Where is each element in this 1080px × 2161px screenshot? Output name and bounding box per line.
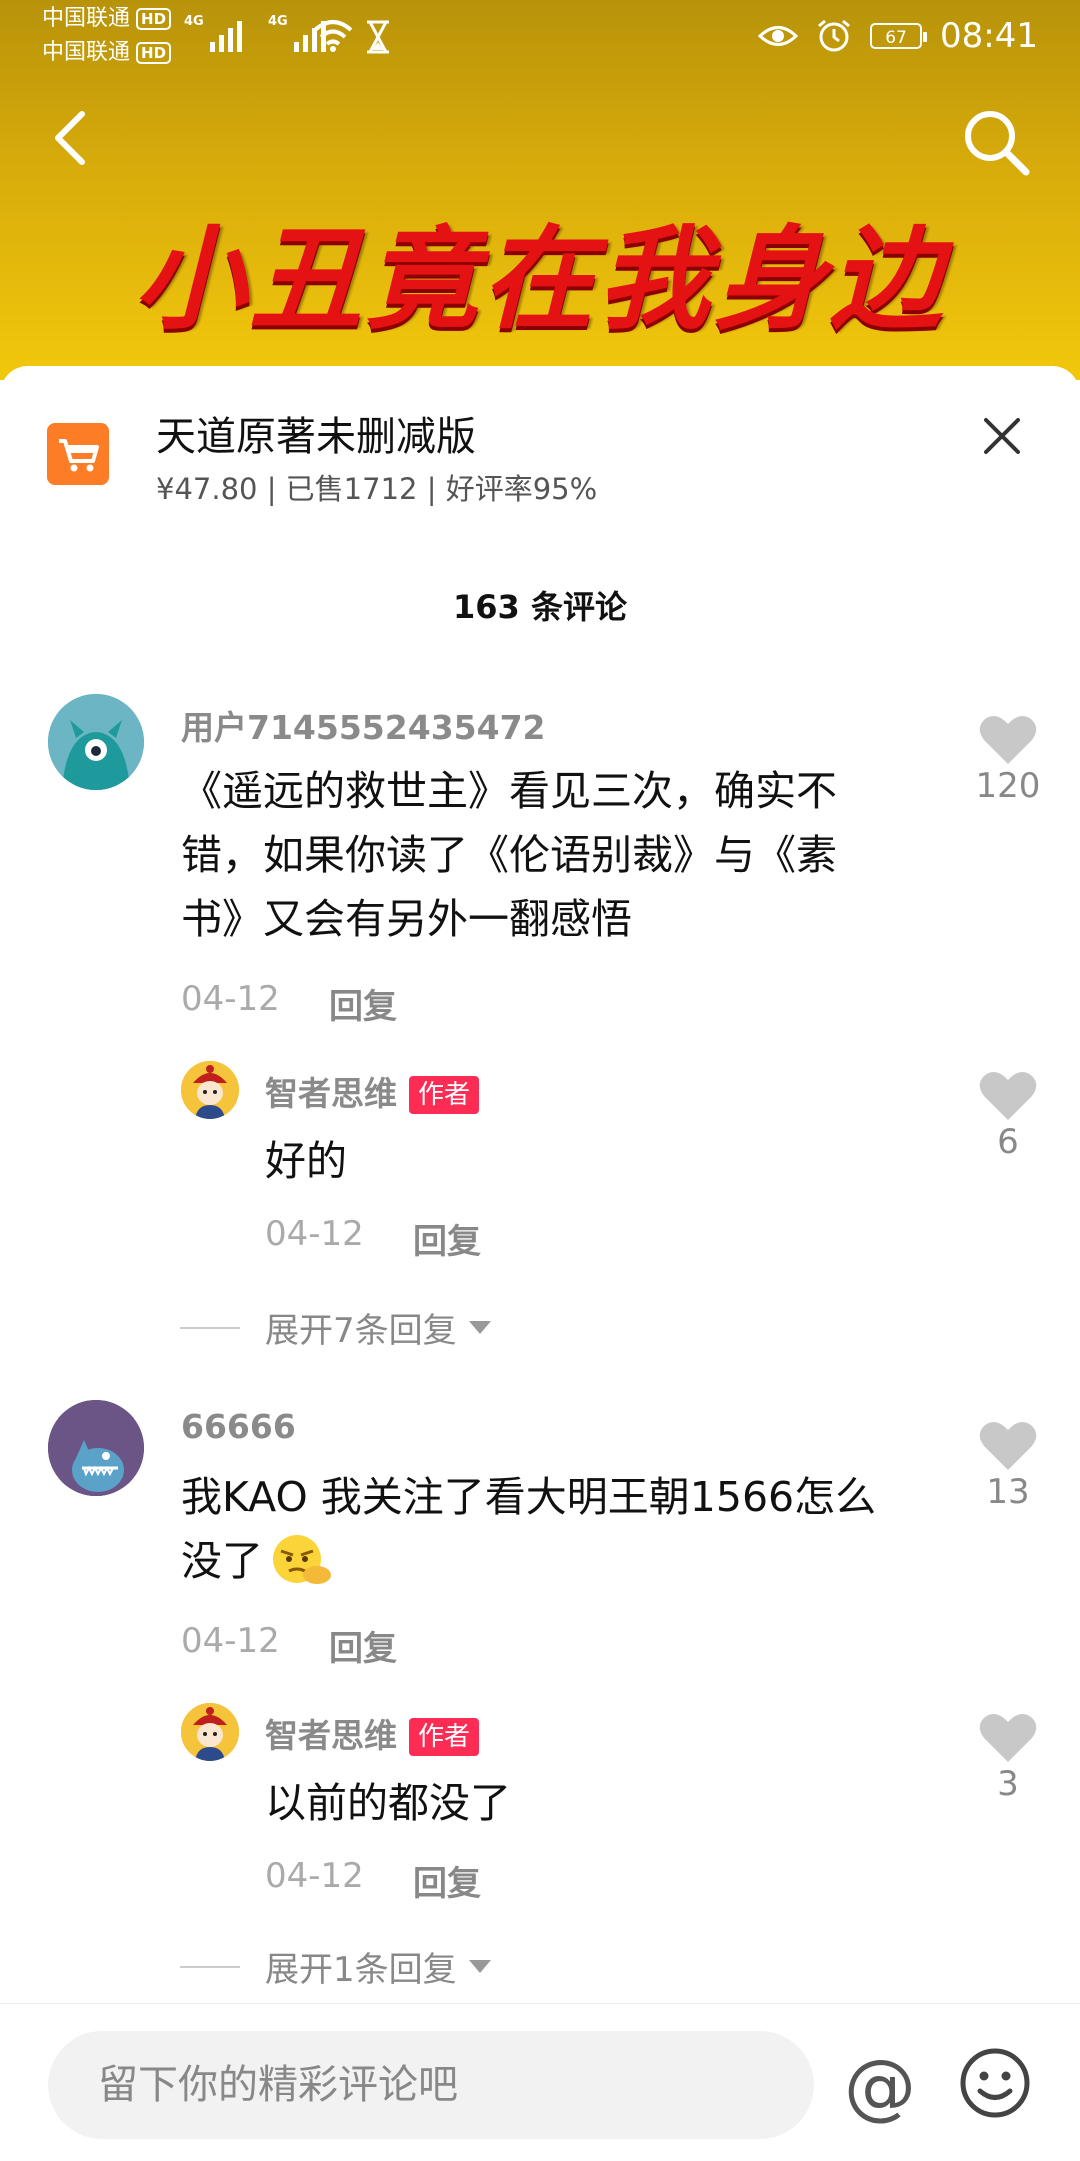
comment-input-bar: @ <box>0 2003 1080 2161</box>
comment-text-line: 我KAO 我关注了看大明王朝1566怎么 <box>181 1473 877 1521</box>
expand-replies-button[interactable]: 展开7条回复 <box>180 1303 491 1352</box>
smiley-icon[interactable] <box>958 2046 1032 2120</box>
expand-replies-button[interactable]: 展开1条回复 <box>180 1942 491 1991</box>
reply-text: 好的 <box>265 1137 347 1185</box>
reply-date: 04-12 <box>265 1214 364 1254</box>
like-button[interactable]: 13 <box>968 1420 1048 1512</box>
product-card[interactable]: 天道原著未删减版 ¥47.80 | 已售1712 | 好评率95% <box>0 366 1080 506</box>
author-badge: 作者 <box>409 1076 480 1114</box>
reply-date: 04-12 <box>265 1856 364 1896</box>
reply-username[interactable]: 智者思维 作者 <box>265 1067 480 1115</box>
hourglass-icon <box>367 20 389 54</box>
mention-at-icon[interactable]: @ <box>840 2046 920 2126</box>
reply-button[interactable]: 回复 <box>329 979 397 1028</box>
dropdown-triangle-icon <box>468 1960 491 1973</box>
clock: 08:41 <box>940 16 1038 56</box>
heart-icon <box>979 1713 1037 1762</box>
reply-button[interactable]: 回复 <box>413 1856 481 1905</box>
reply-text: 以前的都没了 <box>265 1779 511 1827</box>
comment-input[interactable] <box>48 2031 814 2139</box>
search-icon[interactable] <box>962 108 1032 178</box>
avatar[interactable] <box>48 1400 144 1496</box>
like-button[interactable]: 3 <box>968 1712 1048 1804</box>
emoji-thinking-icon <box>273 1535 331 1584</box>
comment-sheet: 天道原著未删减版 ¥47.80 | 已售1712 | 好评率95% 163 条评… <box>0 366 1080 2160</box>
author-badge: 作者 <box>409 1718 480 1756</box>
reply-button[interactable]: 回复 <box>329 1621 397 1670</box>
product-title: 天道原著未删减版 <box>156 414 476 460</box>
back-arrow-icon[interactable] <box>50 108 90 168</box>
carrier-1: 中国联通 HD <box>42 4 172 34</box>
comment-text-line: 书》又会有另外一翻感悟 <box>181 895 632 943</box>
comment-text-line: 错，如果你读了《伦语别裁》与《素 <box>181 831 837 879</box>
carrier-2: 中国联通 HD <box>42 38 172 68</box>
heart-icon <box>979 1421 1037 1470</box>
like-button[interactable]: 6 <box>968 1070 1048 1162</box>
comments-count: 163 条评论 <box>453 588 627 626</box>
cart-icon <box>47 423 109 485</box>
alarm-icon <box>818 19 850 52</box>
like-button[interactable]: 120 <box>968 714 1048 806</box>
signal-icon: 4G <box>184 14 242 52</box>
avatar[interactable] <box>48 694 144 790</box>
comment-date: 04-12 <box>181 979 280 1019</box>
comment-date: 04-12 <box>181 1621 280 1661</box>
avatar[interactable] <box>181 1703 239 1761</box>
comment-username[interactable]: 用户7145552435472 <box>181 701 546 749</box>
wifi-icon <box>313 20 353 52</box>
like-count: 13 <box>986 1472 1030 1512</box>
avatar[interactable] <box>181 1061 239 1119</box>
close-icon[interactable] <box>980 414 1024 458</box>
battery-icon: 67 <box>870 23 928 49</box>
product-meta: ¥47.80 | 已售1712 | 好评率95% <box>156 472 598 506</box>
reply-button[interactable]: 回复 <box>413 1214 481 1263</box>
like-count: 120 <box>975 766 1041 806</box>
video-title-banner: 小丑竟在我身边 <box>134 214 946 345</box>
video-header: 中国联通 HD 中国联通 HD 4G 4G 67 08:41 小丑竟在我身边 <box>0 0 1080 380</box>
like-count: 3 <box>997 1764 1019 1804</box>
status-bar: 中国联通 HD 中国联通 HD 4G 4G 67 08:41 <box>0 0 1080 72</box>
heart-icon <box>979 1071 1037 1120</box>
dropdown-triangle-icon <box>468 1321 491 1334</box>
reply-username[interactable]: 智者思维 作者 <box>265 1709 480 1757</box>
comment-text-line: 没了 <box>181 1529 337 1593</box>
comment-text-line: 《遥远的救世主》看见三次，确实不 <box>181 767 837 815</box>
heart-icon <box>979 715 1037 764</box>
comment-username[interactable]: 66666 <box>181 1407 296 1446</box>
like-count: 6 <box>997 1122 1019 1162</box>
eye-icon <box>758 26 799 46</box>
status-right: 67 08:41 <box>758 10 1038 62</box>
